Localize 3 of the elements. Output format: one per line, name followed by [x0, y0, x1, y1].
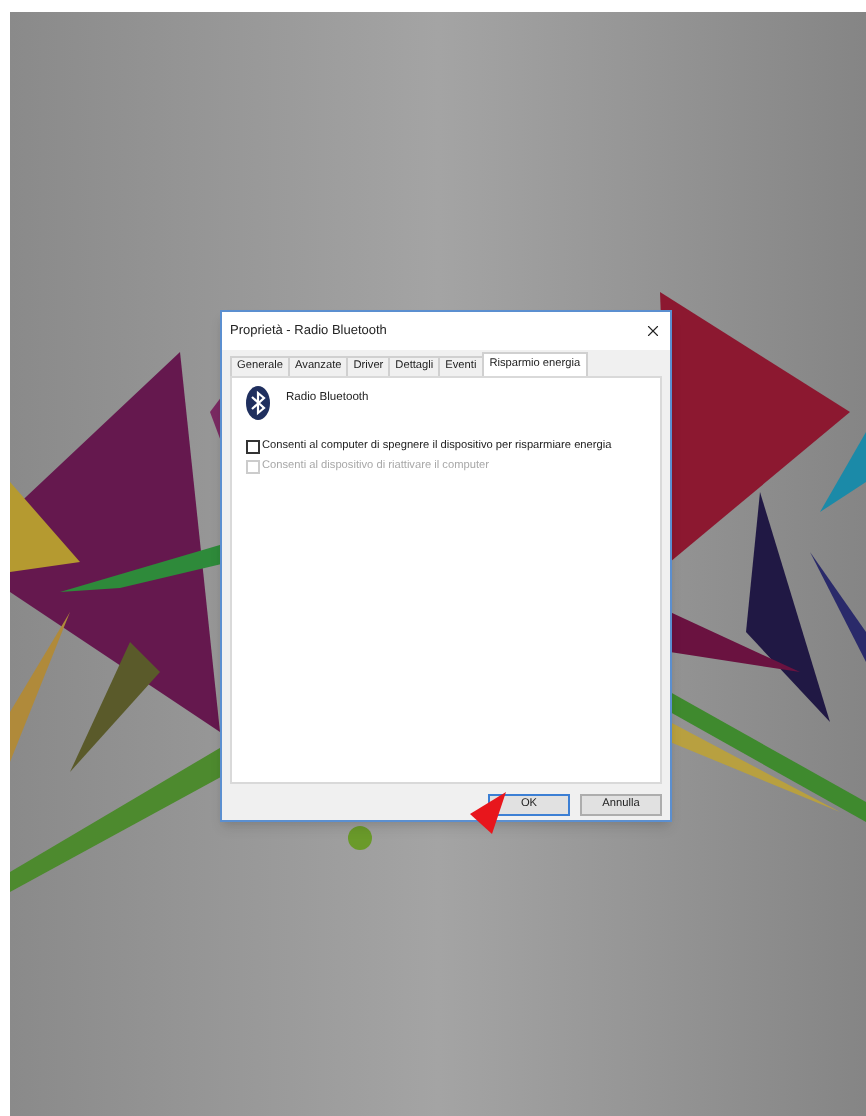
- bluetooth-icon: [246, 386, 270, 420]
- checkbox[interactable]: [246, 439, 260, 454]
- close-icon[interactable]: [642, 321, 662, 341]
